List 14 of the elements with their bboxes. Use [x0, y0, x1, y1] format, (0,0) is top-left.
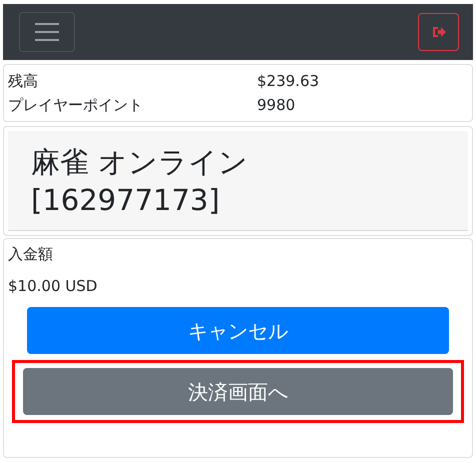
- action-button[interactable]: キャンセル: [27, 307, 449, 354]
- menu-button[interactable]: [19, 12, 75, 52]
- balance-label: 残高: [8, 71, 39, 92]
- game-title: [162977173]: [31, 182, 220, 219]
- deposit-label: 入金額: [8, 244, 53, 265]
- game-title: 麻雀 オンライン: [31, 144, 248, 181]
- action-button[interactable]: 決済画面へ: [23, 368, 453, 415]
- balance-value: 9980: [257, 95, 296, 116]
- menu-icon: [34, 22, 60, 42]
- logout-icon: [432, 26, 446, 38]
- balance-label: プレイヤーポイント: [8, 95, 144, 116]
- logout-button[interactable]: [418, 13, 459, 51]
- balance-value: $239.63: [257, 71, 320, 92]
- deposit-amount: $10.00 USD: [8, 276, 98, 297]
